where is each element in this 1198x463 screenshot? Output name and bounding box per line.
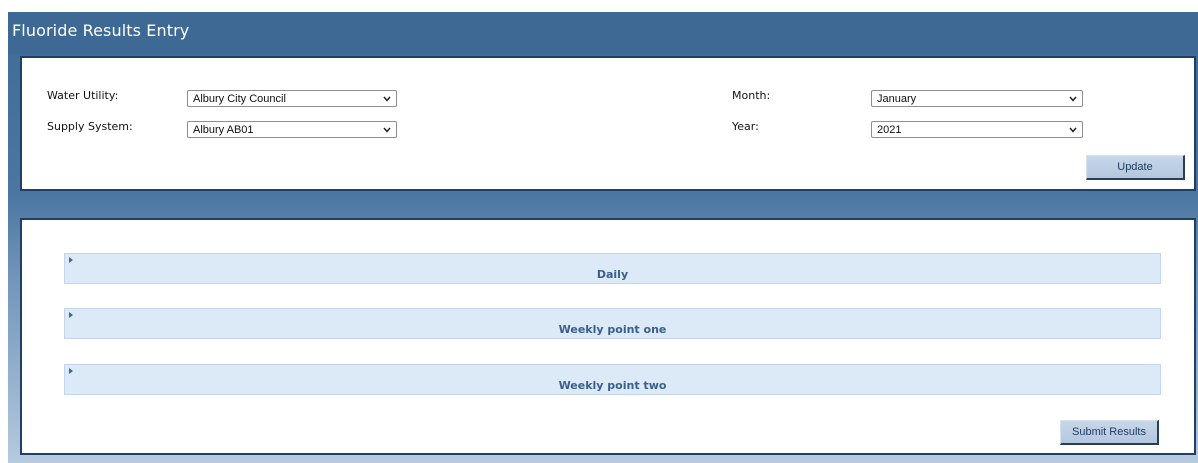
- section-weekly-point-two[interactable]: Weekly point two: [64, 364, 1161, 395]
- submit-results-button[interactable]: Submit Results: [1060, 420, 1159, 445]
- supply-system-label: Supply System:: [47, 120, 133, 133]
- chevron-down-icon: [1069, 96, 1077, 102]
- section-title: Weekly point two: [558, 379, 667, 392]
- update-button[interactable]: Update: [1086, 155, 1185, 180]
- month-label: Month:: [732, 89, 771, 102]
- page-title: Fluoride Results Entry: [12, 21, 190, 40]
- chevron-down-icon: [383, 96, 391, 102]
- triangle-right-icon: [69, 312, 73, 318]
- water-utility-label: Water Utility:: [47, 89, 119, 102]
- page-frame: Fluoride Results Entry Water Utility: Al…: [8, 12, 1198, 463]
- title-bar: Fluoride Results Entry: [8, 12, 1198, 54]
- results-panel: Daily Weekly point one Weekly point two …: [20, 218, 1196, 455]
- month-select[interactable]: January: [871, 90, 1083, 107]
- section-daily[interactable]: Daily: [64, 253, 1161, 284]
- section-title: Daily: [596, 268, 629, 281]
- triangle-right-icon: [69, 368, 73, 374]
- chevron-down-icon: [1069, 127, 1077, 133]
- month-value: January: [877, 93, 917, 105]
- supply-system-value: Albury AB01: [193, 124, 254, 136]
- section-title: Weekly point one: [558, 323, 667, 336]
- supply-system-select[interactable]: Albury AB01: [187, 121, 397, 138]
- water-utility-select[interactable]: Albury City Council: [187, 90, 397, 107]
- filter-panel: Water Utility: Albury City Council Suppl…: [20, 56, 1196, 191]
- year-label: Year:: [732, 120, 759, 133]
- triangle-right-icon: [69, 257, 73, 263]
- year-select[interactable]: 2021: [871, 121, 1083, 138]
- section-weekly-point-one[interactable]: Weekly point one: [64, 308, 1161, 339]
- chevron-down-icon: [383, 127, 391, 133]
- water-utility-value: Albury City Council: [193, 93, 286, 105]
- year-value: 2021: [877, 124, 902, 136]
